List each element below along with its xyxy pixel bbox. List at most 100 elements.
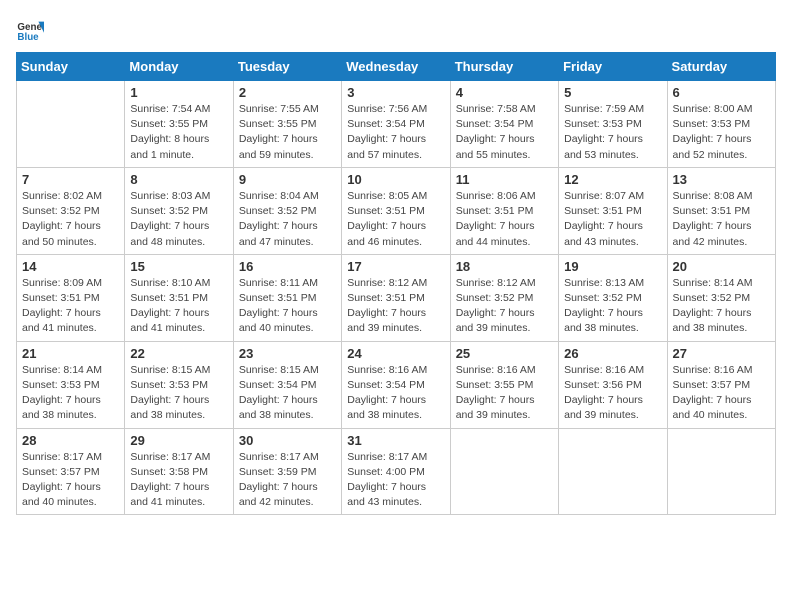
day-number: 19 [564, 259, 661, 274]
day-number: 10 [347, 172, 444, 187]
calendar-cell: 18 Sunrise: 8:12 AMSunset: 3:52 PMDayligh… [450, 254, 558, 341]
calendar-cell: 25 Sunrise: 8:16 AMSunset: 3:55 PMDayligh… [450, 341, 558, 428]
day-number: 24 [347, 346, 444, 361]
day-info: Sunrise: 7:56 AMSunset: 3:54 PMDaylight:… [347, 102, 444, 163]
calendar-cell [559, 428, 667, 515]
page-header: General Blue [16, 16, 776, 44]
day-number: 14 [22, 259, 119, 274]
calendar-header-wednesday: Wednesday [342, 53, 450, 81]
calendar-cell: 22 Sunrise: 8:15 AMSunset: 3:53 PMDayligh… [125, 341, 233, 428]
day-info: Sunrise: 8:03 AMSunset: 3:52 PMDaylight:… [130, 189, 227, 250]
day-info: Sunrise: 8:16 AMSunset: 3:54 PMDaylight:… [347, 363, 444, 424]
day-info: Sunrise: 8:12 AMSunset: 3:52 PMDaylight:… [456, 276, 553, 337]
calendar-cell: 6 Sunrise: 8:00 AMSunset: 3:53 PMDaylight… [667, 81, 775, 168]
day-info: Sunrise: 8:09 AMSunset: 3:51 PMDaylight:… [22, 276, 119, 337]
day-info: Sunrise: 8:15 AMSunset: 3:53 PMDaylight:… [130, 363, 227, 424]
calendar-cell: 17 Sunrise: 8:12 AMSunset: 3:51 PMDayligh… [342, 254, 450, 341]
day-info: Sunrise: 8:17 AMSunset: 3:59 PMDaylight:… [239, 450, 336, 511]
day-number: 3 [347, 85, 444, 100]
day-number: 27 [673, 346, 770, 361]
day-info: Sunrise: 8:16 AMSunset: 3:55 PMDaylight:… [456, 363, 553, 424]
day-number: 18 [456, 259, 553, 274]
day-number: 29 [130, 433, 227, 448]
day-info: Sunrise: 8:00 AMSunset: 3:53 PMDaylight:… [673, 102, 770, 163]
day-number: 9 [239, 172, 336, 187]
day-number: 23 [239, 346, 336, 361]
calendar-cell [17, 81, 125, 168]
calendar-header-saturday: Saturday [667, 53, 775, 81]
day-info: Sunrise: 8:06 AMSunset: 3:51 PMDaylight:… [456, 189, 553, 250]
day-number: 7 [22, 172, 119, 187]
logo-icon: General Blue [16, 16, 44, 44]
day-info: Sunrise: 8:10 AMSunset: 3:51 PMDaylight:… [130, 276, 227, 337]
calendar-week-row: 7 Sunrise: 8:02 AMSunset: 3:52 PMDaylight… [17, 167, 776, 254]
day-info: Sunrise: 8:07 AMSunset: 3:51 PMDaylight:… [564, 189, 661, 250]
day-number: 26 [564, 346, 661, 361]
day-number: 1 [130, 85, 227, 100]
logo: General Blue [16, 16, 48, 44]
calendar-table: SundayMondayTuesdayWednesdayThursdayFrid… [16, 52, 776, 515]
calendar-cell: 31 Sunrise: 8:17 AMSunset: 4:00 PMDayligh… [342, 428, 450, 515]
day-number: 5 [564, 85, 661, 100]
calendar-cell: 8Sunrise: 8:03 AMSunset: 3:52 PMDaylight… [125, 167, 233, 254]
day-number: 2 [239, 85, 336, 100]
calendar-week-row: 1 Sunrise: 7:54 AMSunset: 3:55 PMDaylight… [17, 81, 776, 168]
calendar-cell: 11 Sunrise: 8:06 AMSunset: 3:51 PMDayligh… [450, 167, 558, 254]
day-number: 20 [673, 259, 770, 274]
calendar-cell: 23 Sunrise: 8:15 AMSunset: 3:54 PMDayligh… [233, 341, 341, 428]
day-number: 6 [673, 85, 770, 100]
calendar-header-thursday: Thursday [450, 53, 558, 81]
day-number: 31 [347, 433, 444, 448]
calendar-cell [667, 428, 775, 515]
calendar-cell: 12Sunrise: 8:07 AMSunset: 3:51 PMDayligh… [559, 167, 667, 254]
day-number: 16 [239, 259, 336, 274]
day-info: Sunrise: 8:05 AMSunset: 3:51 PMDaylight:… [347, 189, 444, 250]
day-number: 17 [347, 259, 444, 274]
calendar-header-friday: Friday [559, 53, 667, 81]
day-number: 28 [22, 433, 119, 448]
calendar-cell: 2 Sunrise: 7:55 AMSunset: 3:55 PMDaylight… [233, 81, 341, 168]
calendar-cell: 26Sunrise: 8:16 AMSunset: 3:56 PMDayligh… [559, 341, 667, 428]
day-info: Sunrise: 8:08 AMSunset: 3:51 PMDaylight:… [673, 189, 770, 250]
day-number: 22 [130, 346, 227, 361]
calendar-week-row: 14 Sunrise: 8:09 AMSunset: 3:51 PMDayligh… [17, 254, 776, 341]
calendar-cell: 13Sunrise: 8:08 AMSunset: 3:51 PMDayligh… [667, 167, 775, 254]
day-info: Sunrise: 8:17 AMSunset: 4:00 PMDaylight:… [347, 450, 444, 511]
day-info: Sunrise: 8:15 AMSunset: 3:54 PMDaylight:… [239, 363, 336, 424]
calendar-cell [450, 428, 558, 515]
calendar-header-tuesday: Tuesday [233, 53, 341, 81]
svg-text:Blue: Blue [17, 32, 39, 43]
day-number: 25 [456, 346, 553, 361]
calendar-cell: 27 Sunrise: 8:16 AMSunset: 3:57 PMDayligh… [667, 341, 775, 428]
calendar-cell: 19Sunrise: 8:13 AMSunset: 3:52 PMDayligh… [559, 254, 667, 341]
calendar-cell: 1 Sunrise: 7:54 AMSunset: 3:55 PMDaylight… [125, 81, 233, 168]
day-info: Sunrise: 8:02 AMSunset: 3:52 PMDaylight:… [22, 189, 119, 250]
calendar-cell: 10 Sunrise: 8:05 AMSunset: 3:51 PMDayligh… [342, 167, 450, 254]
day-number: 11 [456, 172, 553, 187]
calendar-cell: 3 Sunrise: 7:56 AMSunset: 3:54 PMDaylight… [342, 81, 450, 168]
day-info: Sunrise: 7:54 AMSunset: 3:55 PMDaylight:… [130, 102, 227, 163]
day-info: Sunrise: 8:17 AMSunset: 3:58 PMDaylight:… [130, 450, 227, 511]
calendar-header-row: SundayMondayTuesdayWednesdayThursdayFrid… [17, 53, 776, 81]
day-info: Sunrise: 8:16 AMSunset: 3:57 PMDaylight:… [673, 363, 770, 424]
calendar-cell: 24 Sunrise: 8:16 AMSunset: 3:54 PMDayligh… [342, 341, 450, 428]
calendar-header-monday: Monday [125, 53, 233, 81]
day-info: Sunrise: 8:14 AMSunset: 3:52 PMDaylight:… [673, 276, 770, 337]
day-info: Sunrise: 7:59 AMSunset: 3:53 PMDaylight:… [564, 102, 661, 163]
calendar-cell: 21 Sunrise: 8:14 AMSunset: 3:53 PMDayligh… [17, 341, 125, 428]
calendar-cell: 5 Sunrise: 7:59 AMSunset: 3:53 PMDaylight… [559, 81, 667, 168]
day-info: Sunrise: 8:11 AMSunset: 3:51 PMDaylight:… [239, 276, 336, 337]
calendar-cell: 14 Sunrise: 8:09 AMSunset: 3:51 PMDayligh… [17, 254, 125, 341]
calendar-header-sunday: Sunday [17, 53, 125, 81]
day-number: 21 [22, 346, 119, 361]
day-info: Sunrise: 8:17 AMSunset: 3:57 PMDaylight:… [22, 450, 119, 511]
day-info: Sunrise: 8:14 AMSunset: 3:53 PMDaylight:… [22, 363, 119, 424]
calendar-cell: 30Sunrise: 8:17 AMSunset: 3:59 PMDayligh… [233, 428, 341, 515]
day-info: Sunrise: 7:58 AMSunset: 3:54 PMDaylight:… [456, 102, 553, 163]
day-info: Sunrise: 8:04 AMSunset: 3:52 PMDaylight:… [239, 189, 336, 250]
day-info: Sunrise: 8:12 AMSunset: 3:51 PMDaylight:… [347, 276, 444, 337]
day-info: Sunrise: 7:55 AMSunset: 3:55 PMDaylight:… [239, 102, 336, 163]
calendar-cell: 4Sunrise: 7:58 AMSunset: 3:54 PMDaylight… [450, 81, 558, 168]
calendar-cell: 9 Sunrise: 8:04 AMSunset: 3:52 PMDaylight… [233, 167, 341, 254]
calendar-cell: 15Sunrise: 8:10 AMSunset: 3:51 PMDayligh… [125, 254, 233, 341]
